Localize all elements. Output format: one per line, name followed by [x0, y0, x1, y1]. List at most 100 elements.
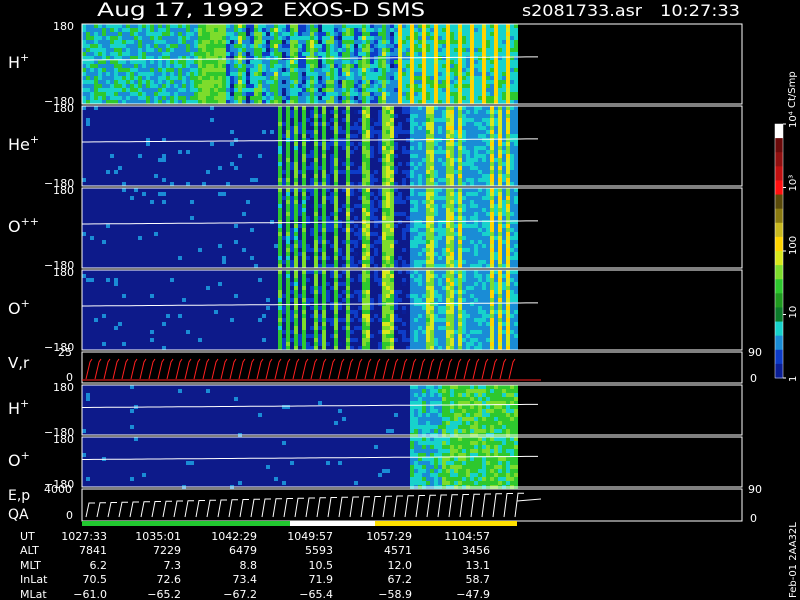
heat-cell	[342, 88, 346, 92]
heat-cell	[130, 48, 134, 52]
heat-cell	[302, 178, 306, 182]
heat-cell	[350, 182, 354, 186]
heat-cell	[466, 134, 470, 138]
heat-cell	[506, 212, 510, 216]
heat-cell	[462, 32, 466, 36]
heat-cell	[450, 208, 454, 212]
heat-cell	[450, 110, 454, 114]
heat-cell	[314, 24, 318, 28]
heat-cell	[486, 76, 490, 80]
heat-cell	[458, 282, 462, 286]
heat-cell	[470, 298, 474, 302]
heat-cell	[170, 72, 174, 76]
heat-cell	[366, 278, 370, 282]
heat-cell	[422, 196, 426, 200]
heat-cell	[402, 150, 406, 154]
heat-cell	[286, 150, 290, 154]
heat-cell	[418, 84, 422, 88]
heat-cell	[290, 68, 294, 72]
heat-cell	[514, 170, 518, 174]
heat-cell	[458, 244, 462, 248]
heat-cell	[238, 32, 242, 36]
heat-cell	[178, 28, 182, 32]
heat-cell	[458, 240, 462, 244]
heat-cell	[382, 170, 386, 174]
heat-cell	[398, 92, 402, 96]
heat-cell	[494, 40, 498, 44]
heat-cell	[314, 236, 318, 240]
heat-cell	[474, 126, 478, 130]
heat-cell	[262, 64, 266, 68]
heat-cell	[334, 204, 338, 208]
heat-cell	[366, 110, 370, 114]
heat-cell	[402, 282, 406, 286]
heat-cell	[334, 326, 338, 330]
heat-cell	[354, 88, 358, 92]
heat-cell	[102, 28, 106, 32]
heat-cell	[322, 208, 326, 212]
heat-cell	[338, 170, 342, 174]
heat-cell	[378, 114, 382, 118]
heat-cell	[294, 264, 298, 268]
heat-cell	[214, 40, 218, 44]
heat-cell	[162, 200, 166, 204]
heat-cell	[114, 48, 118, 52]
heat-cell	[382, 256, 386, 260]
heat-cell	[374, 264, 378, 268]
heat-cell	[382, 110, 386, 114]
heat-cell	[430, 162, 434, 166]
heat-cell	[394, 212, 398, 216]
heat-cell	[510, 106, 514, 110]
heat-cell	[322, 24, 326, 28]
heat-cell	[302, 212, 306, 216]
heat-cell	[374, 36, 378, 40]
heat-cell	[430, 282, 434, 286]
heat-cell	[450, 264, 454, 268]
heat-cell	[290, 80, 294, 84]
heat-cell	[362, 196, 366, 200]
heat-cell	[158, 52, 162, 56]
heat-cell	[186, 52, 190, 56]
heat-cell	[478, 302, 482, 306]
heat-cell	[342, 40, 346, 44]
heat-cell	[486, 220, 490, 224]
heat-cell	[146, 36, 150, 40]
heat-cell	[390, 200, 394, 204]
heat-cell	[334, 264, 338, 268]
heat-cell	[482, 68, 486, 72]
heat-cell	[286, 68, 290, 72]
heat-cell	[362, 240, 366, 244]
heat-cell	[366, 256, 370, 260]
heat-cell	[502, 48, 506, 52]
heat-cell	[278, 244, 282, 248]
heat-cell	[358, 196, 362, 200]
heat-cell	[222, 24, 226, 28]
heat-cell	[218, 80, 222, 84]
heat-cell	[454, 142, 458, 146]
heat-cell	[330, 64, 334, 68]
heat-cell	[366, 192, 370, 196]
heat-cell	[134, 68, 138, 72]
heat-cell	[162, 154, 166, 158]
heat-cell	[466, 100, 470, 104]
heat-cell	[166, 68, 170, 72]
heat-cell	[430, 44, 434, 48]
heat-cell	[346, 322, 350, 326]
heat-cell	[366, 244, 370, 248]
heat-cell	[138, 72, 142, 76]
heat-cell	[430, 346, 434, 350]
heat-cell	[346, 92, 350, 96]
heat-cell	[438, 236, 442, 240]
heat-cell	[438, 326, 442, 330]
heat-cell	[290, 32, 294, 36]
heat-cell	[98, 84, 102, 88]
heat-cell	[286, 80, 290, 84]
heat-cell	[478, 338, 482, 342]
heat-cell	[314, 174, 318, 178]
heat-cell	[314, 294, 318, 298]
heat-cell	[454, 154, 458, 158]
heat-cell	[298, 56, 302, 60]
heat-cell	[298, 126, 302, 130]
heat-cell	[470, 40, 474, 44]
heat-cell	[318, 192, 322, 196]
